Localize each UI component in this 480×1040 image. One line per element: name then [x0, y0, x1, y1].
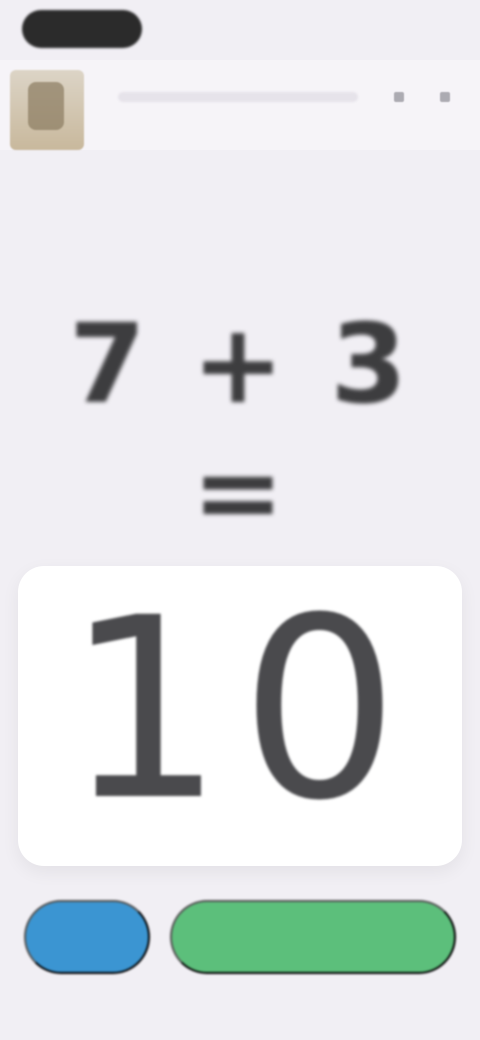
menu-icon[interactable] — [432, 84, 458, 110]
answer-card[interactable]: 10 — [18, 566, 462, 866]
settings-icon[interactable] — [386, 84, 412, 110]
action-buttons — [24, 900, 456, 974]
header-title — [118, 92, 358, 102]
left-action-button[interactable] — [24, 900, 150, 974]
math-question: 7 + 3 = — [69, 300, 411, 556]
status-pill — [22, 10, 142, 48]
avatar[interactable] — [10, 70, 84, 150]
submit-button[interactable] — [170, 900, 456, 974]
answer-value: 10 — [64, 564, 416, 855]
avatar-image — [28, 82, 64, 130]
header-icons — [386, 84, 458, 110]
